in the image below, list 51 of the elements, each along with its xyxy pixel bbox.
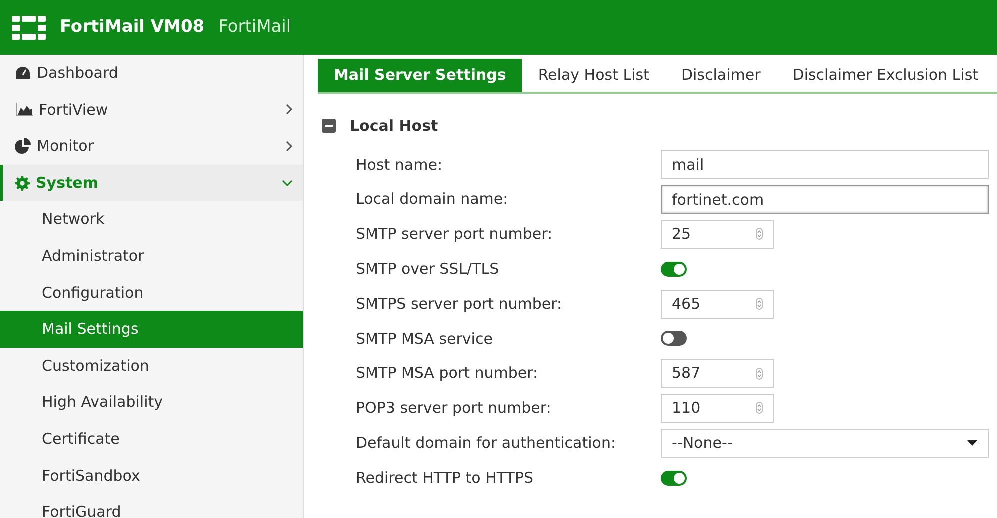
field-label: Host name:	[356, 154, 444, 176]
dropdown[interactable]: --None--	[661, 428, 989, 458]
toggle-switch[interactable]	[661, 470, 687, 486]
spinner-icon[interactable]	[756, 298, 763, 310]
field-label: Redirect HTTP to HTTPS	[356, 468, 535, 489]
tab[interactable]: Disclaimer	[665, 59, 777, 92]
sidebar-subitem[interactable]: Certificate	[0, 420, 303, 458]
number-field[interactable]: 465	[661, 290, 774, 319]
sidebar-subitem[interactable]: Customization	[0, 348, 303, 384]
tab[interactable]: Mail Server Settings	[318, 59, 522, 92]
caret-icon	[967, 440, 978, 446]
field-label: SMTP over SSL/TLS	[356, 259, 500, 280]
text-field[interactable]: fortinet.com	[661, 185, 989, 214]
sidebar-subitem[interactable]: Mail Settings	[0, 311, 303, 348]
field-label: SMTP MSA port number:	[356, 363, 540, 384]
gauge-icon	[15, 66, 31, 80]
gear-icon	[15, 176, 30, 191]
field-label: SMTP MSA service	[356, 328, 494, 350]
field-label: Default domain for authentication:	[356, 433, 618, 454]
toggle-switch[interactable]	[661, 262, 687, 277]
sidebar-subitem[interactable]: High Availability	[0, 384, 303, 421]
logo-icon	[12, 16, 46, 40]
sidebar-subitem[interactable]: Administrator	[0, 238, 303, 275]
field-label: POP3 server port number:	[356, 398, 552, 420]
spinner-icon[interactable]	[756, 402, 763, 414]
sidebar-item[interactable]: Dashboard	[0, 55, 303, 92]
tab[interactable]: Disclaimer Exclusion List	[776, 59, 995, 92]
product-name: FortiMail VM08	[60, 16, 205, 39]
field-label: SMTPS server port number:	[356, 294, 564, 315]
toggle-switch[interactable]	[661, 331, 687, 346]
host-name: FortiMail	[218, 16, 292, 39]
number-field[interactable]: 25	[661, 220, 774, 249]
text-field[interactable]: mail	[661, 150, 989, 180]
sidebar-item[interactable]: System	[0, 164, 303, 202]
field-label: Local domain name:	[356, 189, 510, 210]
sidebar-item[interactable]: FortiView	[0, 92, 303, 128]
sidebar-subitem[interactable]: FortiSandbox	[0, 458, 303, 494]
number-field[interactable]: 587	[661, 359, 774, 388]
area-chart-icon	[15, 102, 33, 117]
number-field[interactable]: 110	[661, 394, 774, 423]
collapse-icon[interactable]	[322, 119, 336, 134]
tab[interactable]: Relay Host List	[522, 59, 666, 92]
pie-chart-icon	[15, 138, 31, 154]
sidebar-subitem[interactable]: Configuration	[0, 274, 303, 312]
sidebar-subitem[interactable]: Network	[0, 201, 303, 238]
field-label: SMTP server port number:	[356, 224, 554, 246]
sidebar-item[interactable]: Monitor	[0, 128, 303, 165]
spinner-icon[interactable]	[756, 228, 763, 240]
section-title: Local Host	[350, 116, 438, 137]
sidebar-subitem[interactable]: FortiGuard	[0, 494, 303, 518]
spinner-icon[interactable]	[756, 368, 763, 380]
